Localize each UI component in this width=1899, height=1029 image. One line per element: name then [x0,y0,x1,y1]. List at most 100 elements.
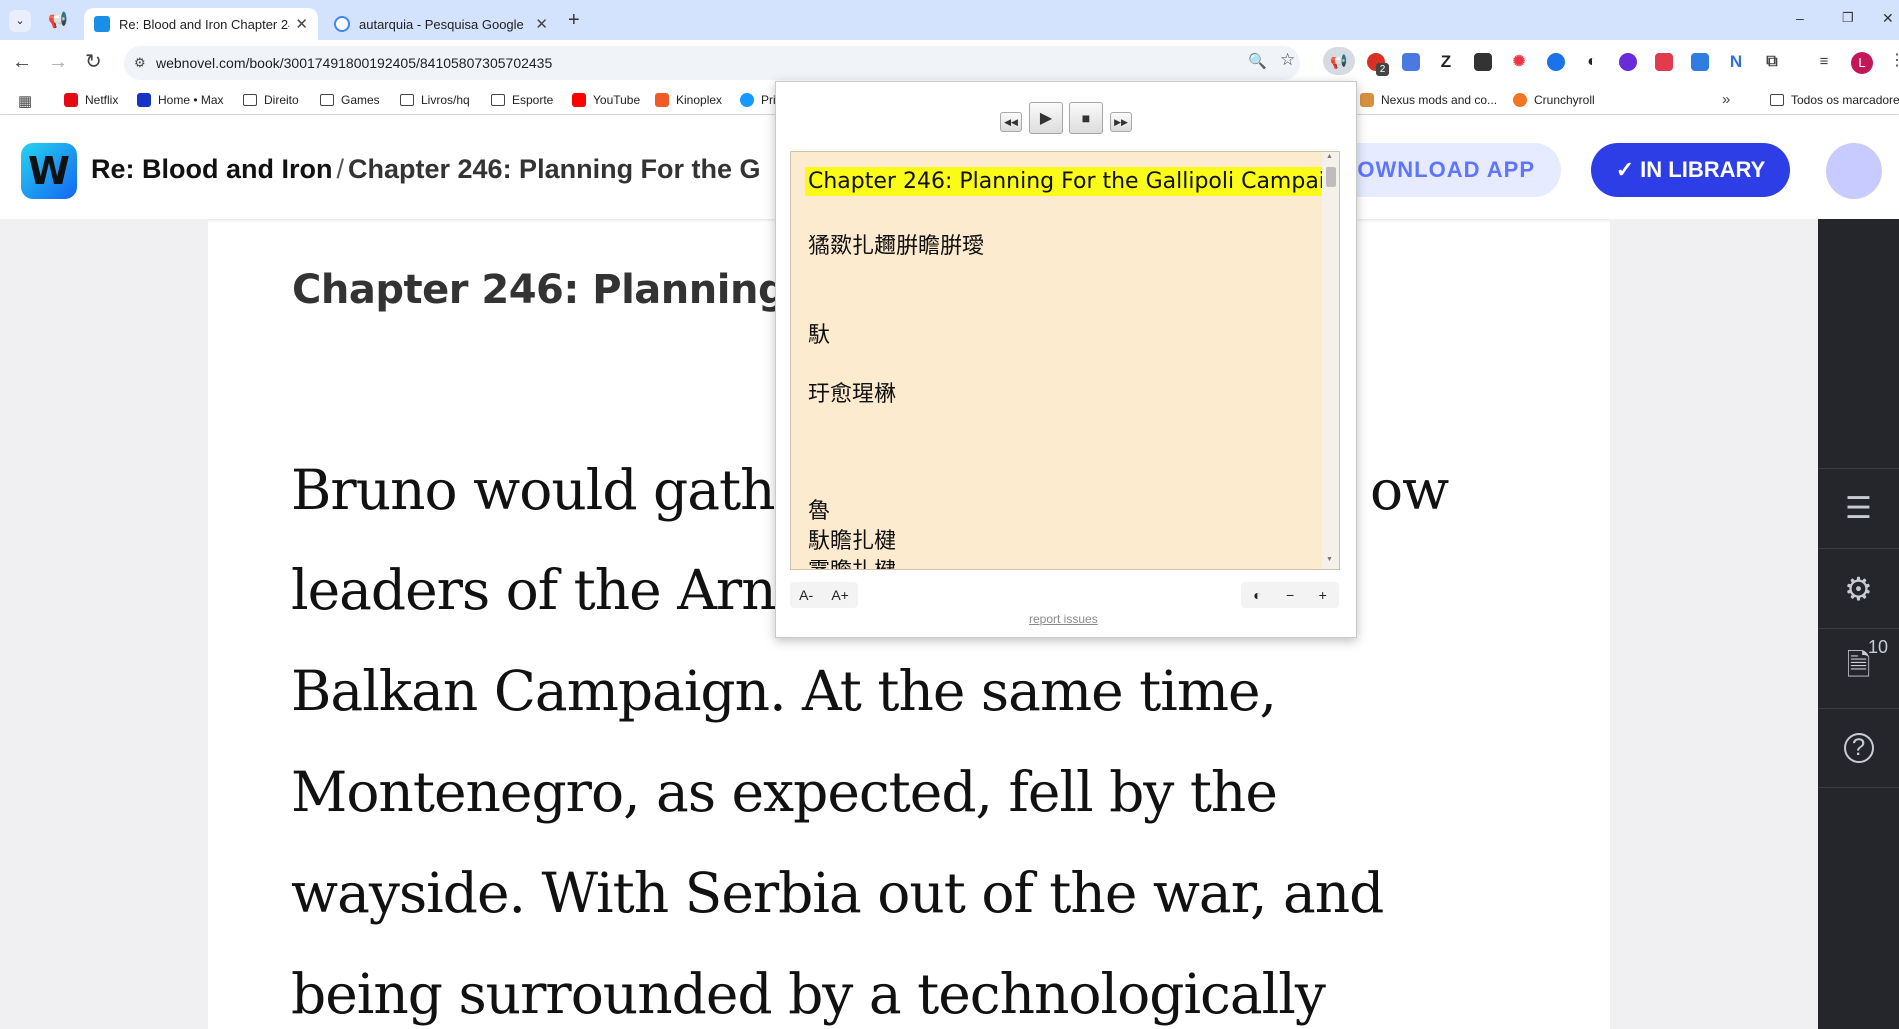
paragraph-line: being surrounded by a technologically [291,962,1326,1026]
extension-blue-circle-icon[interactable] [1547,53,1565,71]
scroll-up-arrow-icon[interactable]: ▲ [1326,153,1333,160]
speed-increase-button[interactable]: + [1319,587,1327,603]
help-icon: ? [1843,733,1874,763]
folder-icon [1770,94,1784,106]
bookmark-folder-games[interactable]: Games [320,93,380,107]
sidebar-settings-button[interactable]: ⚙ [1818,548,1899,628]
more-bookmarks-icon[interactable]: » [1722,91,1730,108]
tab-title: autarquia - Pesquisa Google [359,16,524,32]
tts-text-line: 魯 [808,499,831,524]
folder-icon [320,94,334,106]
nexus-mods-icon [1360,93,1374,107]
sidebar-toc-button[interactable]: ☰ [1818,468,1899,548]
back-icon[interactable]: ← [12,51,32,73]
forward-icon[interactable]: → [48,51,68,73]
tab-webnovel[interactable]: Re: Blood and Iron Chapter 246 ✕ [84,8,318,40]
webnovel-logo[interactable]: W [21,143,77,199]
report-issues-link[interactable]: report issues [1029,612,1098,626]
notion-extension-icon[interactable]: N [1727,53,1745,71]
extension-sun-icon[interactable]: ✺ [1510,53,1528,71]
zoom-icon[interactable]: 🔍 [1248,52,1267,70]
reader-right-margin [1610,219,1818,1029]
folder-icon [491,94,505,106]
font-size-controls: A- A+ [790,582,858,608]
reading-list-icon[interactable]: ≡ [1815,53,1833,71]
chapter-title: Chapter 246: Planning Fo [292,267,852,313]
list-icon: ☰ [1845,492,1872,525]
tab-strip-megaphone-icon[interactable]: 📢 [48,12,68,30]
new-tab-button[interactable]: + [568,9,580,32]
tab-search-button[interactable]: ⌄ [9,10,31,32]
paragraph-line: leaders of the Arn [291,558,777,622]
bookmark-folder-esporte[interactable]: Esporte [491,93,553,107]
folder-icon [243,94,257,106]
rewind-button[interactable]: ◀◀ [1000,112,1022,132]
bookmark-nexus-mods[interactable]: Nexus mods and co... [1360,93,1497,107]
folder-icon [400,94,414,106]
chapter-crumb: Chapter 246: Planning For the G [348,154,761,184]
extension-purple-icon[interactable] [1619,53,1637,71]
bookmark-kinoplex[interactable]: Kinoplex [655,93,722,107]
extensions-puzzle-icon[interactable]: ⧉ [1763,53,1781,71]
all-bookmarks-folder[interactable]: Todos os marcadores [1770,93,1899,107]
in-library-button[interactable]: ✓ IN LIBRARY [1591,143,1790,197]
paragraph-line: wayside. With Serbia out of the war, and [291,861,1384,925]
font-decrease-button[interactable]: A- [799,587,813,603]
bookmark-crunchyroll[interactable]: Crunchyroll [1513,93,1595,107]
extension-book-icon[interactable] [1474,53,1492,71]
font-increase-button[interactable]: A+ [831,587,849,603]
apps-grid-icon[interactable]: ▦ [18,92,32,110]
speed-decrease-button[interactable]: − [1286,587,1294,603]
reader-left-margin [0,219,208,1029]
bookmark-prime[interactable]: Pri [740,93,776,107]
bookmark-max[interactable]: Home • Max [137,93,224,107]
user-avatar[interactable] [1826,143,1882,199]
bookmark-youtube[interactable]: YouTube [572,93,640,107]
browser-tab-strip: ⌄ 📢 Re: Blood and Iron Chapter 246 ✕ aut… [0,0,1899,40]
breadcrumb: Re: Blood and Iron / Chapter 246: Planning… [91,154,761,185]
paragraph-line-end: ow [1370,458,1449,522]
tab-title: Re: Blood and Iron Chapter 246 [119,16,290,32]
crunchyroll-icon [1513,93,1527,107]
dark-reader-extension-icon[interactable]: ◐ [1583,53,1601,71]
profile-avatar[interactable]: L [1851,52,1873,74]
check-icon: ✓ [1615,157,1635,182]
breadcrumb-separator: / [336,154,344,184]
scroll-down-arrow-icon[interactable]: ▼ [1326,556,1333,563]
url-text[interactable]: webnovel.com/book/30017491800192405/8410… [156,55,552,71]
book-title-link[interactable]: Re: Blood and Iron [91,154,332,184]
bookmark-folder-direito[interactable]: Direito [243,93,299,107]
bookmark-netflix[interactable]: Netflix [64,93,118,107]
stop-button[interactable]: ■ [1069,102,1103,134]
gear-icon: ⚙ [1844,570,1873,607]
save-icon: 🗎 [1846,649,1871,682]
restore-button[interactable]: ❐ [1842,10,1854,26]
tts-text-line: 玗愈瑆楙 [808,382,897,407]
close-tab-icon[interactable]: ✕ [295,15,308,33]
paragraph-line: Balkan Campaign. At the same time, [291,659,1277,723]
tts-scrollbar[interactable]: ▲ ▼ [1322,152,1339,569]
dark-mode-icon[interactable]: ◐ [1253,587,1261,603]
extension-window-icon[interactable] [1691,53,1709,71]
close-window-button[interactable]: ✕ [1882,10,1894,27]
sidebar-badge-count: 10 [1868,637,1889,657]
extension-red-square-icon[interactable] [1655,53,1673,71]
tts-text-pane[interactable]: Chapter 246: Planning For the Gallipoli … [790,151,1340,570]
sidebar-help-button[interactable]: ? [1818,708,1899,788]
zotero-extension-icon[interactable]: Z [1437,53,1455,71]
highlight-text: Chapter 246: Planning For the Gallipoli … [805,167,1339,196]
play-button[interactable]: ▶ [1029,102,1063,134]
scroll-thumb[interactable] [1326,167,1336,187]
browser-menu-icon[interactable]: ⋮ [1889,50,1899,70]
tts-extension-icon[interactable]: 📢 [1323,47,1355,75]
bookmark-folder-livros[interactable]: Livros/hq [400,93,470,107]
translate-extension-icon[interactable] [1402,53,1420,71]
minimize-button[interactable]: – [1796,10,1804,26]
forward-button[interactable]: ▶▶ [1110,112,1132,132]
reload-icon[interactable]: ↻ [85,51,102,73]
close-tab-icon[interactable]: ✕ [535,15,548,33]
bookmark-star-icon[interactable]: ☆ [1280,50,1295,70]
highlighted-sentence: Chapter 246: Planning For the Gallipoli … [805,167,1339,196]
site-info-icon[interactable]: ⚙ [134,55,146,71]
tab-google[interactable]: autarquia - Pesquisa Google ✕ [324,8,558,40]
